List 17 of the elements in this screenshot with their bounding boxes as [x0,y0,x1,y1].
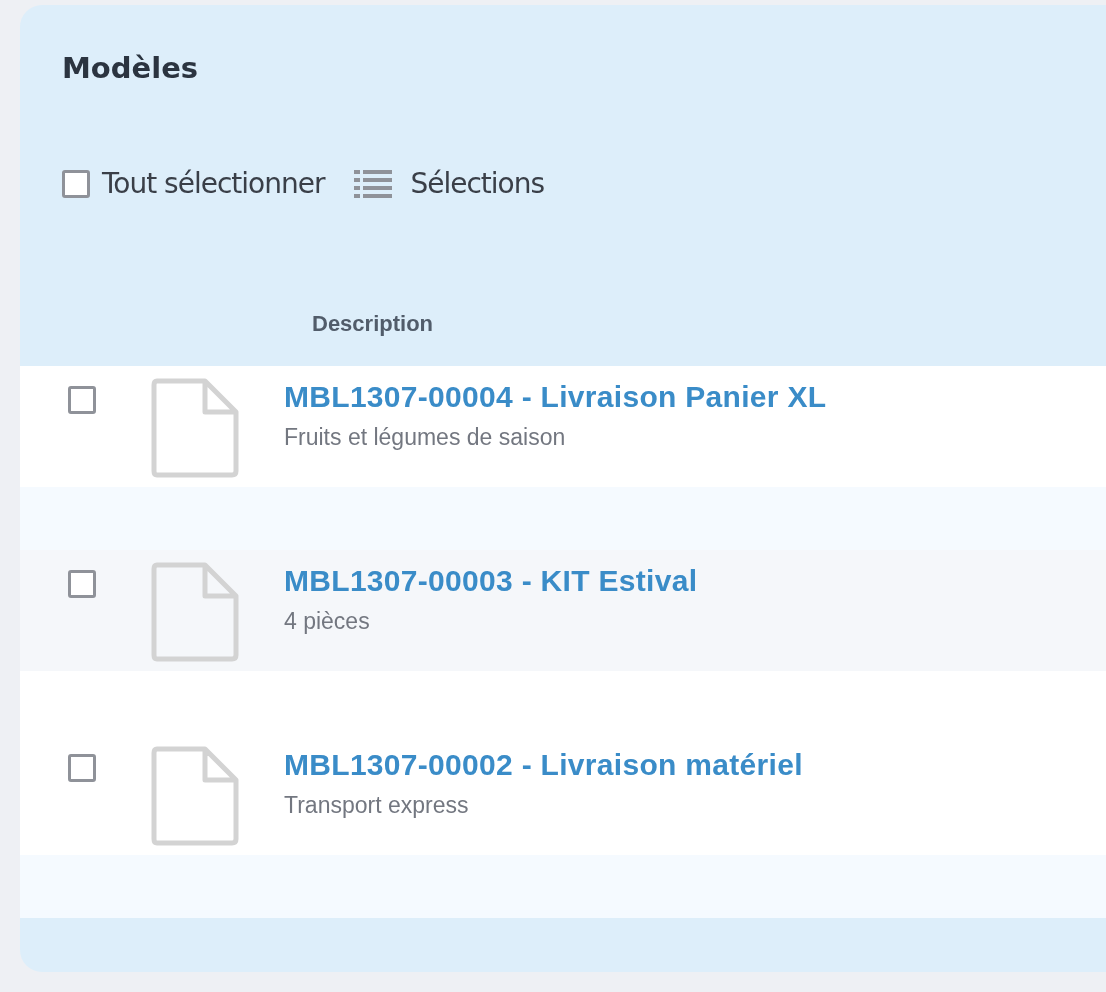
list-icon [354,168,393,199]
column-header: Description [312,311,434,336]
row-checkbox[interactable] [68,754,96,782]
row-title-link[interactable]: MBL1307-00003 - KIT Estival [284,564,698,598]
selections-button[interactable]: Sélections [354,167,545,200]
panel-title: Modèles [62,50,200,87]
row-description: Fruits et légumes de saison [284,424,567,451]
row-description: Transport express [284,792,470,819]
row-checkbox[interactable] [68,386,96,414]
document-icon [151,746,239,846]
row-checkbox[interactable] [68,570,96,598]
document-icon [151,562,239,662]
row-title-link[interactable]: MBL1307-00002 - Livraison matériel [284,748,803,782]
row-description: 4 pièces [284,608,371,635]
row-title-link[interactable]: MBL1307-00004 - Livraison Panier XL [284,380,827,414]
select-all-checkbox[interactable]: Tout sélectionner [62,167,325,200]
document-icon [151,378,239,478]
